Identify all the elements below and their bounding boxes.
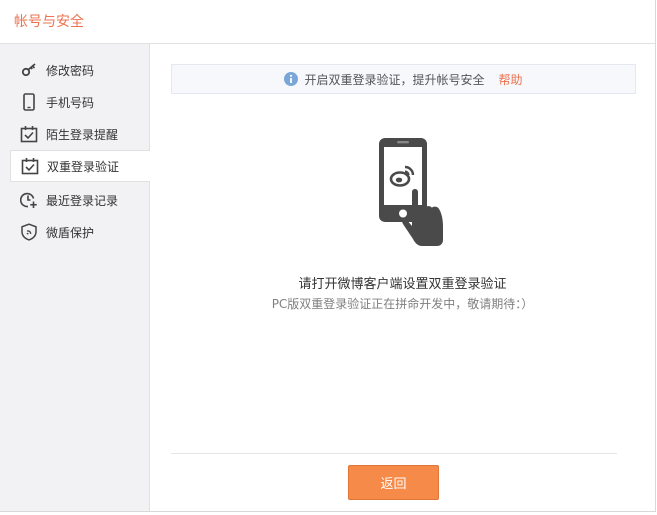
- sidebar-item-recent-logins[interactable]: 最近登录记录: [0, 184, 149, 216]
- sidebar: 修改密码 手机号码 陌生登录提醒 双重登录验证 最近登录记录 微盾保护: [0, 44, 150, 511]
- help-link[interactable]: 帮助: [499, 71, 523, 88]
- sidebar-item-stranger-login-alert[interactable]: 陌生登录提醒: [0, 118, 149, 150]
- footer-divider: [171, 453, 617, 454]
- sidebar-item-label: 微盾保护: [46, 225, 95, 240]
- title-bar: 帐号与安全: [0, 0, 655, 44]
- key-icon: [20, 61, 38, 79]
- sidebar-item-change-password[interactable]: 修改密码: [0, 54, 149, 86]
- notice-bar: 开启双重登录验证，提升帐号安全 帮助: [171, 64, 636, 94]
- sidebar-item-label: 修改密码: [46, 63, 95, 78]
- notice-text: 开启双重登录验证，提升帐号安全: [304, 72, 485, 87]
- sidebar-item-shield-protection[interactable]: 微盾保护: [0, 216, 149, 248]
- phone-icon: [20, 93, 38, 111]
- shield-icon: [20, 223, 38, 241]
- headline-text: 请打开微博客户端设置双重登录验证: [298, 277, 507, 292]
- sidebar-item-label: 最近登录记录: [46, 193, 119, 208]
- phone-tap-weibo-icon: [375, 136, 465, 248]
- sidebar-item-phone-number[interactable]: 手机号码: [0, 86, 149, 118]
- window-title: 帐号与安全: [14, 14, 84, 30]
- calendar-check-icon: [21, 157, 39, 175]
- back-button[interactable]: 返回: [348, 465, 439, 500]
- sidebar-item-label: 陌生登录提醒: [46, 127, 119, 142]
- sidebar-item-two-step-verification[interactable]: 双重登录验证: [10, 150, 150, 182]
- subtext: PC版双重登录验证正在拼命开发中，敬请期待：）: [271, 297, 534, 311]
- main-content: 开启双重登录验证，提升帐号安全 帮助 请打开微博客户端设置双重登录验证 PC版双…: [150, 44, 655, 511]
- info-icon: [284, 72, 299, 86]
- sidebar-item-label: 手机号码: [46, 95, 95, 110]
- calendar-check-icon: [20, 125, 38, 143]
- security-window: 帐号与安全 修改密码 手机号码 陌生登录提醒 双重登录验证 最近登录记录 微盾保…: [0, 0, 656, 512]
- sidebar-item-label: 双重登录验证: [47, 159, 120, 174]
- clock-plus-icon: [20, 191, 38, 209]
